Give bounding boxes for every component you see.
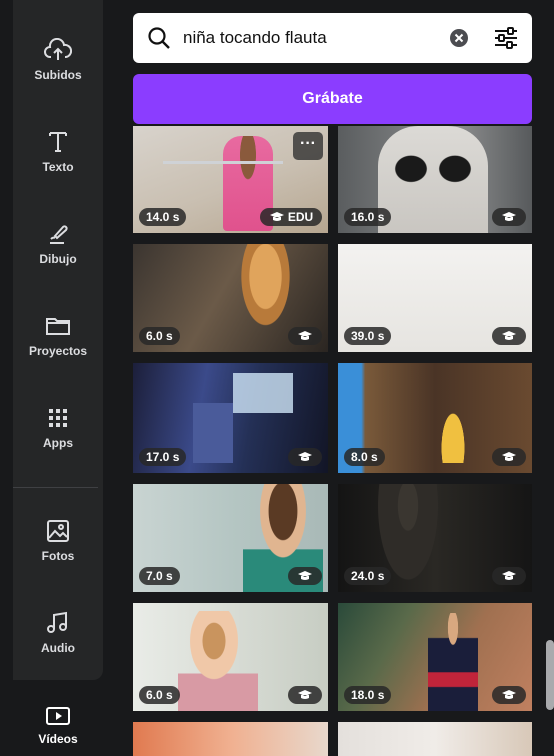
record-yourself-button[interactable]: Grábate [133, 74, 532, 124]
video-icon [46, 707, 70, 725]
music-note-icon [47, 611, 67, 633]
video-thumbnail[interactable]: 6.0 s [133, 244, 328, 352]
graduation-cap-icon [269, 212, 284, 221]
sidebar-divider [13, 487, 98, 488]
folder-icon [46, 318, 70, 335]
video-thumbnail[interactable] [133, 722, 328, 756]
photo-icon [47, 520, 69, 542]
graduation-cap-icon [298, 331, 312, 340]
duration-badge: 6.0 s [139, 686, 180, 704]
duration-badge: 18.0 s [344, 686, 392, 704]
sidebar-item-label: Subidos [34, 68, 82, 82]
sidebar-item-subidos[interactable]: Subidos [13, 38, 103, 82]
search-bar [133, 13, 532, 63]
edu-label: EDU [287, 210, 314, 224]
sidebar-item-label: Vídeos [38, 732, 78, 746]
video-thumbnail[interactable]: 39.0 s [338, 244, 532, 352]
graduation-cap-icon [502, 452, 516, 461]
graduation-cap-icon [502, 571, 516, 580]
edu-badge [492, 448, 526, 466]
text-icon [49, 132, 67, 152]
thumbnail-image [378, 126, 488, 233]
more-options-button[interactable]: ··· [293, 132, 323, 160]
sidebar-item-fotos[interactable]: Fotos [13, 519, 103, 563]
edu-badge [288, 448, 322, 466]
thumbnail-image [193, 403, 233, 463]
sidebar-item-label: Texto [42, 160, 74, 174]
scrollbar[interactable] [546, 640, 554, 710]
sidebar-item-apps[interactable]: Apps [13, 406, 103, 450]
video-thumbnail[interactable]: 14.0 s EDU ··· [133, 126, 328, 233]
video-thumbnail[interactable]: 24.0 s [338, 484, 532, 592]
apps-grid-icon [49, 409, 67, 427]
sidebar-item-label: Dibujo [39, 252, 77, 266]
video-thumbnail[interactable]: 8.0 s [338, 363, 532, 473]
draw-icon [50, 225, 68, 244]
graduation-cap-icon [502, 212, 516, 221]
graduation-cap-icon [298, 452, 312, 461]
thumbnail-image [433, 388, 473, 463]
graduation-cap-icon [298, 690, 312, 699]
sidebar-item-label: Fotos [41, 549, 75, 563]
video-thumbnail[interactable]: 7.0 s [133, 484, 328, 592]
sidebar-item-texto[interactable]: Texto [13, 130, 103, 174]
video-thumbnail[interactable]: 18.0 s [338, 603, 532, 711]
video-thumbnail[interactable] [338, 722, 532, 756]
edu-badge [492, 327, 526, 345]
video-thumbnail[interactable]: 16.0 s [338, 126, 532, 233]
sidebar-item-label: Audio [41, 641, 75, 655]
duration-badge: 6.0 s [139, 327, 180, 345]
video-thumbnail[interactable]: 17.0 s [133, 363, 328, 473]
thumbnail-image [233, 373, 293, 413]
duration-badge: 8.0 s [344, 448, 385, 466]
duration-badge: 17.0 s [139, 448, 187, 466]
duration-badge: 16.0 s [344, 208, 392, 226]
edu-badge: EDU [260, 208, 322, 226]
thumbnail-image [163, 161, 283, 164]
edu-badge [288, 686, 322, 704]
edu-badge [492, 686, 526, 704]
duration-badge: 14.0 s [139, 208, 187, 226]
edu-badge [492, 567, 526, 585]
graduation-cap-icon [502, 690, 516, 699]
thumbnail-image [428, 613, 478, 711]
search-icon [148, 27, 170, 49]
sidebar-item-label: Proyectos [28, 344, 88, 358]
clear-icon[interactable] [449, 28, 469, 48]
sidebar-item-audio[interactable]: Audio [13, 611, 103, 655]
video-thumbnail[interactable]: 6.0 s [133, 603, 328, 711]
edu-badge [492, 208, 526, 226]
filter-sliders-icon[interactable] [493, 26, 519, 50]
graduation-cap-icon [502, 331, 516, 340]
search-input[interactable] [183, 25, 443, 51]
sidebar-item-videos[interactable]: Vídeos [13, 706, 103, 746]
duration-badge: 24.0 s [344, 567, 392, 585]
duration-badge: 39.0 s [344, 327, 392, 345]
side-panel-rail: Subidos Texto Dibujo Proyectos Apps Foto… [13, 0, 103, 680]
thumbnail-image [178, 611, 258, 711]
graduation-cap-icon [298, 571, 312, 580]
cloud-upload-icon [44, 38, 72, 60]
sidebar-item-dibujo[interactable]: Dibujo [13, 222, 103, 266]
edu-badge [288, 327, 322, 345]
duration-badge: 7.0 s [139, 567, 180, 585]
sidebar-item-proyectos[interactable]: Proyectos [13, 314, 103, 358]
edu-badge [288, 567, 322, 585]
sidebar-item-label: Apps [43, 436, 73, 450]
